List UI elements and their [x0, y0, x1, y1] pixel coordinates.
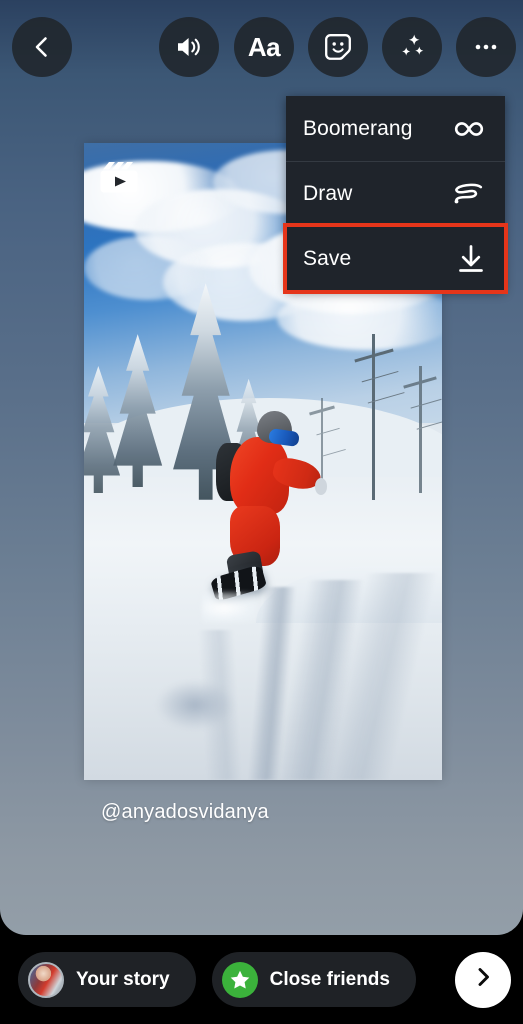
menu-item-save[interactable]: Save: [283, 223, 508, 294]
menu-item-draw[interactable]: Draw: [286, 161, 505, 226]
reels-clapperboard-icon: [98, 157, 140, 199]
infinity-icon: [445, 118, 487, 140]
close-friends-button[interactable]: Close friends: [211, 952, 416, 1007]
story-editor-screen: @anyadosvidanya Aa Boomerang Draw Save Y…: [0, 0, 523, 1024]
squiggle-draw-icon: [445, 180, 487, 208]
download-icon: [445, 243, 487, 275]
editor-canvas[interactable]: @anyadosvidanya Aa Boomerang Draw Save: [0, 0, 523, 935]
close-friends-label: Close friends: [269, 968, 390, 990]
text-icon: Aa: [247, 32, 281, 62]
effects-button[interactable]: [382, 17, 442, 77]
editor-toolbar: Aa: [0, 0, 523, 95]
bare-tree: [399, 365, 442, 494]
ellipsis-icon: [472, 33, 500, 61]
media-caption: @anyadosvidanya: [101, 801, 269, 823]
green-star-icon: [221, 961, 258, 998]
snowboarder: [202, 410, 328, 628]
sparkles-icon: [397, 32, 427, 62]
share-bottom-bar: Your story Close friends: [0, 935, 523, 1024]
bare-tree: [349, 334, 399, 500]
menu-item-label: Boomerang: [303, 116, 413, 140]
chevron-left-icon: [29, 34, 55, 60]
menu-item-label: Save: [303, 247, 352, 270]
chevron-right-icon: [471, 965, 495, 994]
avatar: [28, 961, 64, 998]
sticker-smiley-icon: [323, 32, 353, 62]
sticker-button[interactable]: [308, 17, 368, 77]
speaker-icon: [174, 32, 204, 62]
more-options-button[interactable]: [456, 17, 516, 77]
menu-item-boomerang[interactable]: Boomerang: [286, 96, 505, 161]
sound-button[interactable]: [159, 17, 219, 77]
back-button[interactable]: [12, 17, 72, 77]
your-story-label: Your story: [76, 968, 170, 990]
more-options-menu: Boomerang Draw Save: [283, 96, 508, 294]
next-button[interactable]: [455, 951, 511, 1008]
text-button[interactable]: Aa: [234, 17, 294, 77]
menu-item-label: Draw: [303, 182, 353, 205]
your-story-button[interactable]: Your story: [18, 952, 196, 1007]
